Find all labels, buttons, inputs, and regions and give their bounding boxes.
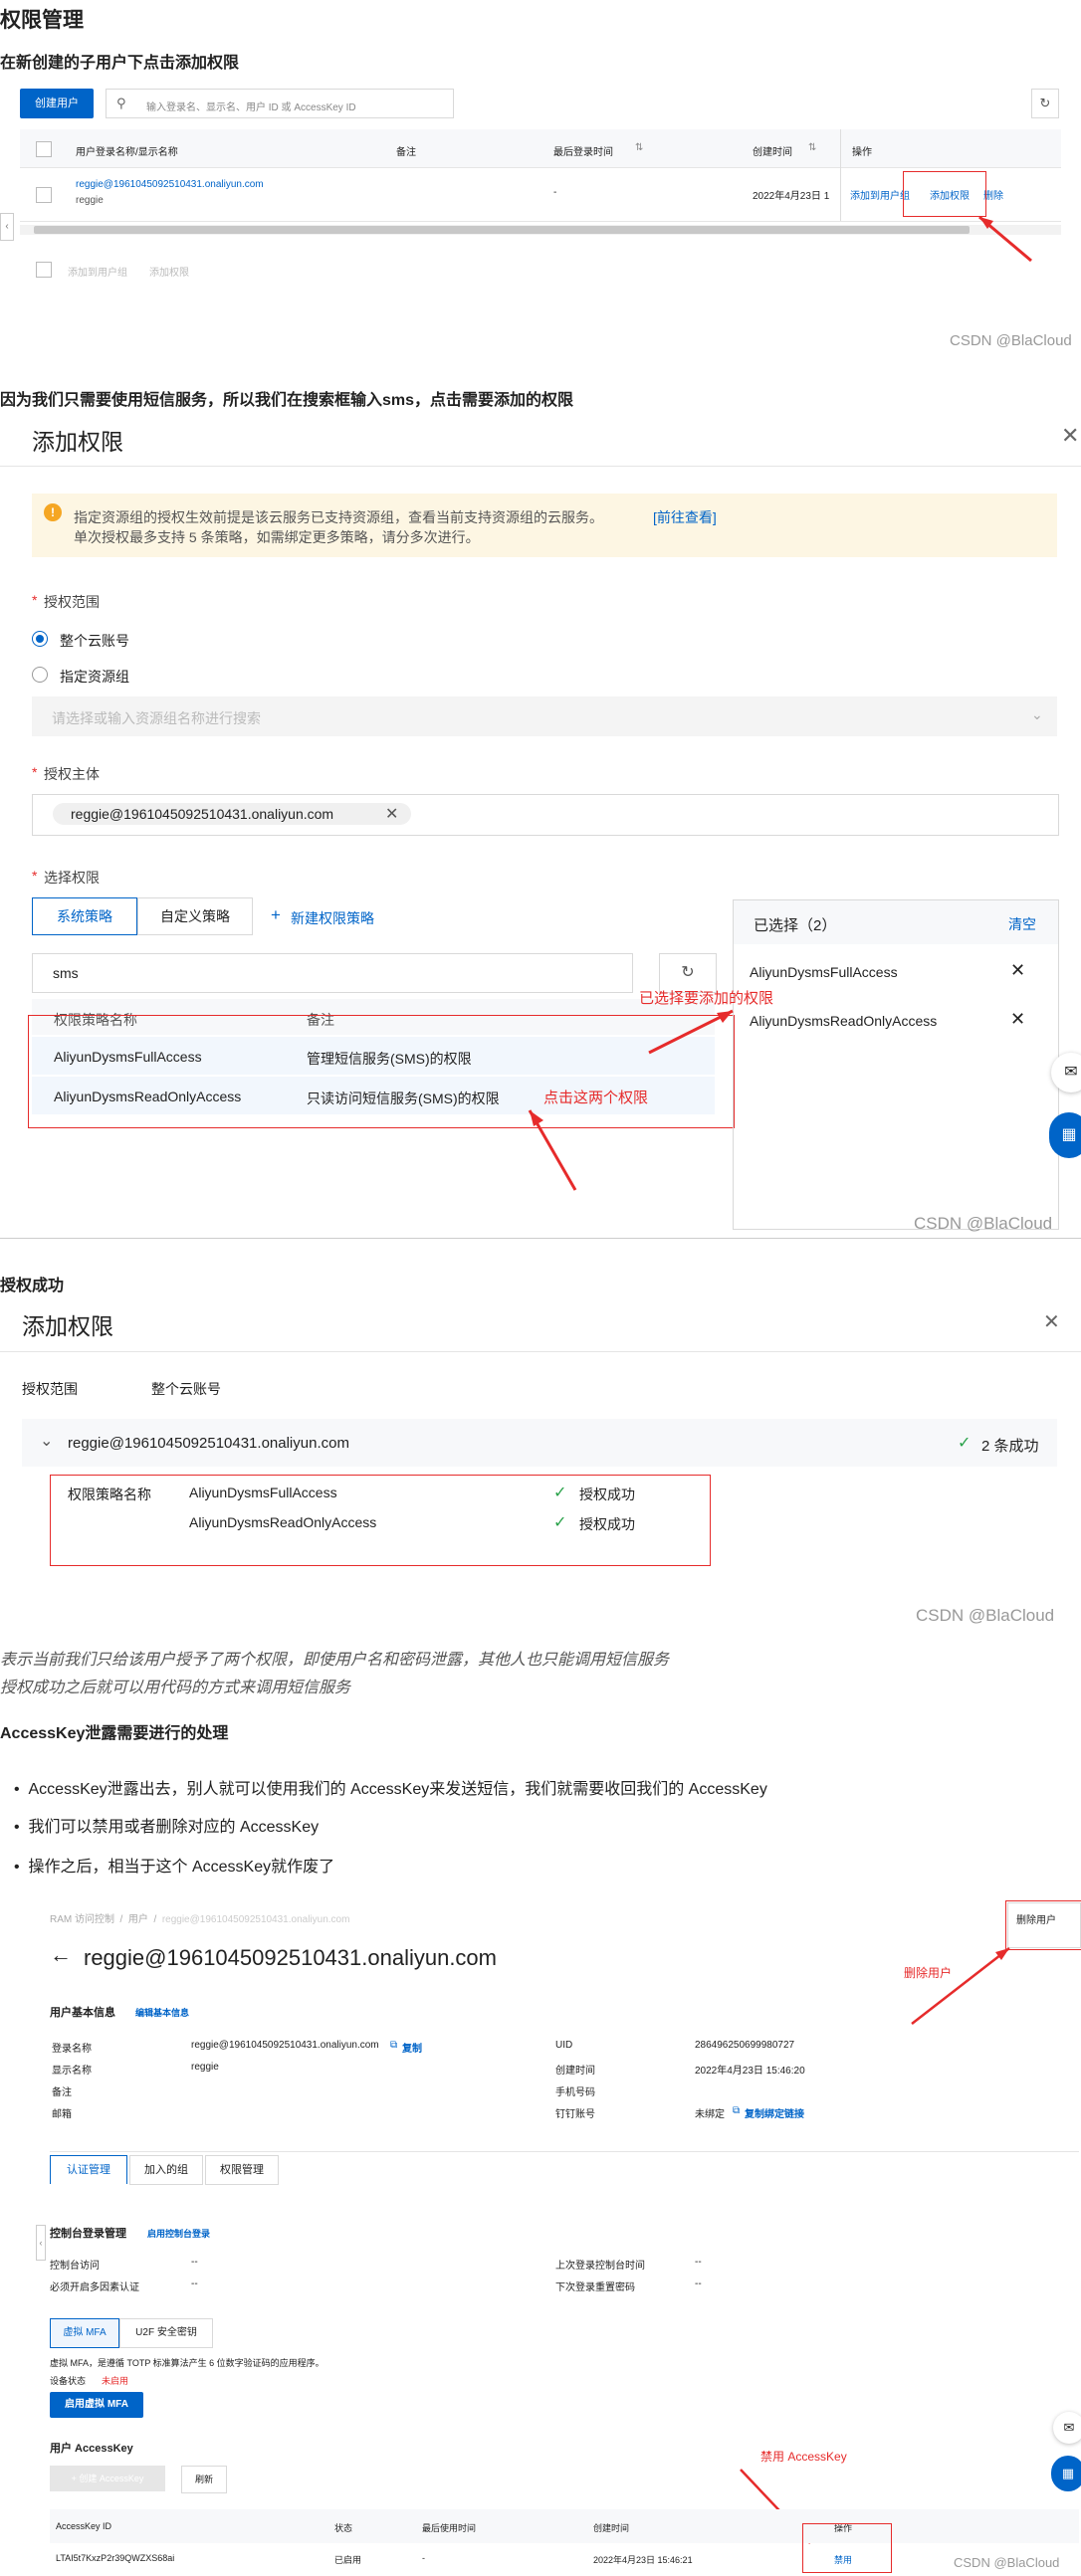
- annotation-text: 禁用 AccessKey: [760, 2450, 847, 2464]
- uid-value: 286496250699980727: [695, 2040, 795, 2051]
- copy-icon[interactable]: ⧉: [733, 2105, 740, 2116]
- console-label: 控制台访问: [50, 2261, 100, 2272]
- ak-last-used-value: -: [422, 2553, 425, 2563]
- col-ak-last-used: 最后使用时间: [422, 2523, 477, 2533]
- annotation-arrow: [740, 1947, 1010, 2544]
- edit-basic-link[interactable]: 编辑基本信息: [135, 2006, 189, 2019]
- info-label: UID: [555, 2040, 573, 2051]
- ak-table-header: AccessKey ID 状态 最后使用时间 创建时间 操作: [50, 2509, 1079, 2543]
- apps-icon[interactable]: ▦: [1051, 2456, 1081, 2491]
- info-label: 钉钉账号: [555, 2109, 595, 2120]
- info-label: 备注: [52, 2087, 72, 2098]
- col-ak-created: 创建时间: [593, 2523, 630, 2533]
- console-mgmt-title: 控制台登录管理: [50, 2228, 126, 2240]
- col-ak-id: AccessKey ID: [56, 2521, 112, 2531]
- ak-table-row: LTAI5t7KxzP2r39QWZXS68ai 已启用 - 2022年4月23…: [50, 2545, 1079, 2573]
- created-value: 2022年4月23日 15:46:20: [695, 2066, 805, 2077]
- ak-id-value: LTAI5t7KxzP2r39QWZXS68ai: [56, 2553, 175, 2563]
- info-label: 创建时间: [555, 2066, 595, 2077]
- copy-bind-link[interactable]: 复制绑定链接: [745, 2105, 804, 2120]
- ak-created-value: 2022年4月23日 15:46:21: [593, 2555, 693, 2565]
- console-label: 下次登录重置密码: [555, 2282, 635, 2293]
- info-label: 登录名称: [52, 2044, 92, 2055]
- dingtalk-value: 未绑定: [695, 2109, 725, 2120]
- info-label: 显示名称: [52, 2066, 92, 2077]
- col-ak-status: 状态: [334, 2523, 353, 2533]
- console-label: 上次登录控制台时间: [555, 2261, 645, 2272]
- tab-u2f[interactable]: U2F 安全密钥: [119, 2318, 213, 2348]
- chat-icon[interactable]: ✉: [1053, 2412, 1081, 2444]
- tab-groups[interactable]: 加入的组: [129, 2155, 203, 2185]
- copy-link[interactable]: 复制: [402, 2040, 422, 2055]
- info-label: 手机号码: [555, 2087, 595, 2098]
- device-status-value: 未启用: [102, 2376, 129, 2386]
- enable-console-link[interactable]: 启用控制台登录: [147, 2227, 210, 2240]
- copy-icon[interactable]: ⧉: [390, 2040, 397, 2051]
- login-name-value: reggie@1961045092510431.onaliyun.com: [191, 2040, 379, 2051]
- ak-status-value: 已启用: [334, 2555, 362, 2565]
- info-label: 邮箱: [52, 2109, 72, 2120]
- console-value: --: [695, 2257, 702, 2268]
- watermark: CSDN @BlaCloud: [954, 2555, 1060, 2570]
- create-ak-button[interactable]: + 创建 AccessKey: [50, 2466, 165, 2491]
- mfa-description: 虚拟 MFA，是遵循 TOTP 标准算法产生 6 位数字验证码的应用程序。: [50, 2358, 324, 2368]
- console-label: 必须开启多因素认证: [50, 2282, 139, 2293]
- display-name-value: reggie: [191, 2062, 219, 2073]
- console-value: --: [695, 2279, 702, 2289]
- tab-virtual-mfa[interactable]: 虚拟 MFA: [50, 2318, 119, 2348]
- user-ak-title: 用户 AccessKey: [50, 2443, 133, 2455]
- tab-auth[interactable]: 认证管理: [50, 2155, 127, 2184]
- console-value: --: [191, 2257, 198, 2268]
- console-value: --: [191, 2279, 198, 2289]
- enable-mfa-button[interactable]: 启用虚拟 MFA: [50, 2392, 143, 2418]
- highlight-box: [802, 2523, 892, 2573]
- tab-permissions[interactable]: 权限管理: [205, 2155, 279, 2185]
- refresh-button[interactable]: 刷新: [181, 2466, 227, 2493]
- device-status-label: 设备状态: [50, 2376, 87, 2386]
- side-collapse-handle[interactable]: ‹: [36, 2225, 46, 2261]
- basic-info-title: 用户基本信息: [50, 2007, 115, 2019]
